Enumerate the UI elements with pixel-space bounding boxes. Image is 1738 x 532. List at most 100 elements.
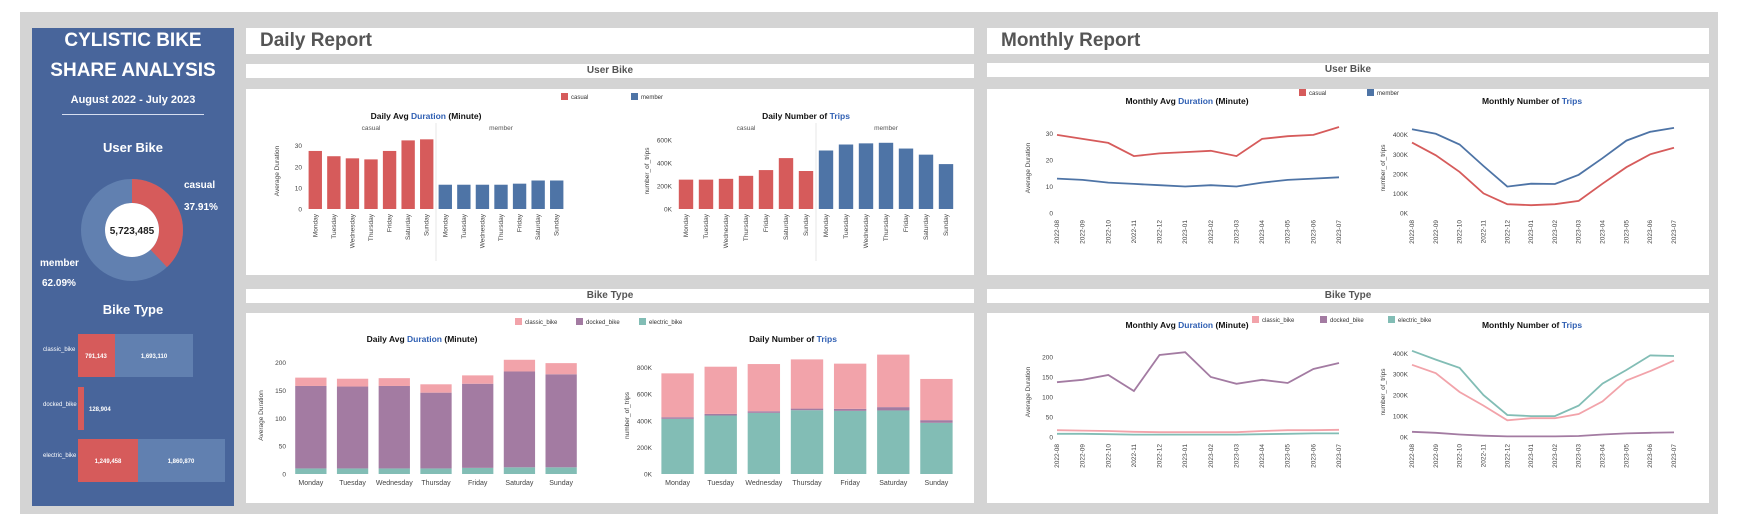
title-divider <box>62 114 204 115</box>
x-tick-label: 2022-08 <box>1409 220 1416 244</box>
bar-member-monday <box>818 150 834 209</box>
stack-electric_bike-tuesday <box>336 468 369 474</box>
daily-report-header: Daily Report <box>246 28 974 54</box>
stack-classic_bike-wednesday <box>378 378 410 386</box>
monthly-bike-type-section: Bike Type <box>987 289 1709 303</box>
y-tick-label: 200K <box>657 183 673 190</box>
x-tick-label: Thursday <box>368 213 375 241</box>
x-tick-label: 2022-08 <box>1054 220 1061 244</box>
y-tick-label: 200K <box>637 445 653 452</box>
stack-docked_bike-tuesday <box>704 413 737 416</box>
stack-electric_bike-sunday <box>545 467 577 474</box>
stack-docked_bike-sunday <box>545 374 577 468</box>
stack-docked_bike-monday <box>661 417 694 419</box>
x-tick-label: 2023-07 <box>1671 444 1678 468</box>
x-tick-label: 2023-02 <box>1208 444 1215 468</box>
legend-classic-label: classic_bike <box>525 320 558 326</box>
bike-type-bar-chart: classic_bike 791,143 1,693,110 docked_bi… <box>43 334 225 482</box>
bar-casual-sunday <box>798 171 814 209</box>
bar-casual-tuesday <box>327 156 341 209</box>
facet-label: casual <box>362 125 381 132</box>
stack-electric_bike-wednesday <box>378 468 410 474</box>
y-tick-label: 10 <box>295 185 303 192</box>
bar-casual-thursday <box>738 175 754 209</box>
x-tick-label: 2022-08 <box>1054 444 1061 468</box>
y-axis-label: Average Duration <box>1025 366 1032 417</box>
docked-bike-label: docked_bike <box>43 402 77 408</box>
x-tick-label: Saturday <box>923 213 930 240</box>
x-tick-label: 2023-01 <box>1528 444 1535 468</box>
stack-electric_bike-sunday <box>920 422 953 474</box>
stack-classic_bike-sunday <box>545 363 577 375</box>
bar-casual-wednesday <box>345 158 360 209</box>
y-tick-label: 400K <box>657 160 673 167</box>
chart-title: Monthly Number of Trips <box>1482 96 1582 106</box>
x-tick-label: 2023-04 <box>1600 444 1607 468</box>
stack-docked_bike-wednesday <box>747 411 781 413</box>
x-tick-label: Tuesday <box>331 213 338 238</box>
y-axis-label: number_of_trips <box>644 147 651 195</box>
stack-electric_bike-wednesday <box>747 412 781 474</box>
y-tick-label: 0 <box>1049 435 1053 442</box>
x-tick-label: 2023-06 <box>1647 220 1654 244</box>
classic-casual-value: 791,143 <box>85 354 107 360</box>
docked-casual-value: 128,904 <box>89 407 111 413</box>
y-tick-label: 100K <box>1393 414 1409 421</box>
donut-total: 5,723,485 <box>110 226 155 237</box>
bar-member-thursday <box>878 142 894 209</box>
x-tick-label: 2022-12 <box>1157 444 1164 468</box>
x-tick-label: Wednesday <box>745 480 782 487</box>
x-tick-label: Monday <box>683 213 690 237</box>
x-tick-label: Tuesday <box>339 480 366 487</box>
x-tick-label: Tuesday <box>703 213 710 238</box>
y-tick-label: 400K <box>1393 351 1409 358</box>
x-tick-label: Monday <box>665 480 690 487</box>
bar-member-friday <box>898 148 914 209</box>
stack-classic_bike-sunday <box>920 378 953 421</box>
x-tick-label: 2023-04 <box>1259 444 1266 468</box>
stack-classic_bike-thursday <box>420 384 452 393</box>
legend-docked-label: docked_bike <box>586 320 620 326</box>
stack-docked_bike-saturday <box>877 407 910 411</box>
x-tick-label: 2023-02 <box>1552 444 1559 468</box>
bar-member-saturday <box>531 180 545 209</box>
x-tick-label: Thursday <box>743 213 750 241</box>
x-tick-label: 2022-11 <box>1131 220 1138 244</box>
chart-title: Monthly Number of Trips <box>1482 320 1582 330</box>
y-tick-label: 400K <box>1393 132 1409 139</box>
y-tick-label: 20 <box>1046 158 1054 165</box>
stack-electric_bike-monday <box>661 418 694 474</box>
x-tick-label: 2023-06 <box>1310 444 1317 468</box>
x-tick-label: 2023-05 <box>1623 444 1630 468</box>
x-tick-label: Friday <box>840 480 860 487</box>
y-tick-label: 0 <box>298 207 302 214</box>
x-tick-label: Thursday <box>421 480 451 487</box>
x-tick-label: 2022-08 <box>1409 444 1416 468</box>
x-tick-label: 2023-05 <box>1285 444 1292 468</box>
x-tick-label: Monday <box>298 480 323 487</box>
legend-member-swatch <box>1367 89 1374 96</box>
x-tick-label: 2023-01 <box>1182 444 1189 468</box>
y-tick-label: 100 <box>1042 395 1053 402</box>
chart-title: Daily Number of Trips <box>762 111 850 121</box>
facet-label: casual <box>737 125 756 132</box>
stack-classic_bike-friday <box>462 375 494 384</box>
electric-casual-value: 1,249,458 <box>95 459 122 465</box>
bar-casual-sunday <box>420 139 434 209</box>
y-axis-label: Average Duration <box>258 390 265 441</box>
legend-member-label: member <box>1377 91 1399 97</box>
x-tick-label: 2022-09 <box>1433 444 1440 468</box>
stack-electric_bike-saturday <box>877 410 910 474</box>
x-tick-label: Wednesday <box>723 213 730 248</box>
x-tick-label: Friday <box>387 213 394 232</box>
stack-docked_bike-thursday <box>420 392 452 469</box>
legend-docked-label: docked_bike <box>1330 318 1364 324</box>
x-tick-label: Thursday <box>883 213 890 241</box>
x-tick-label: Saturday <box>783 213 790 240</box>
x-tick-label: 2023-01 <box>1182 220 1189 244</box>
monthly-type-panel: classic_bike docked_bike electric_bike M… <box>987 313 1709 503</box>
bar-member-thursday <box>494 184 508 209</box>
x-tick-label: 2023-02 <box>1552 220 1559 244</box>
x-tick-label: 2022-10 <box>1457 220 1464 244</box>
legend-classic-swatch <box>515 318 522 325</box>
